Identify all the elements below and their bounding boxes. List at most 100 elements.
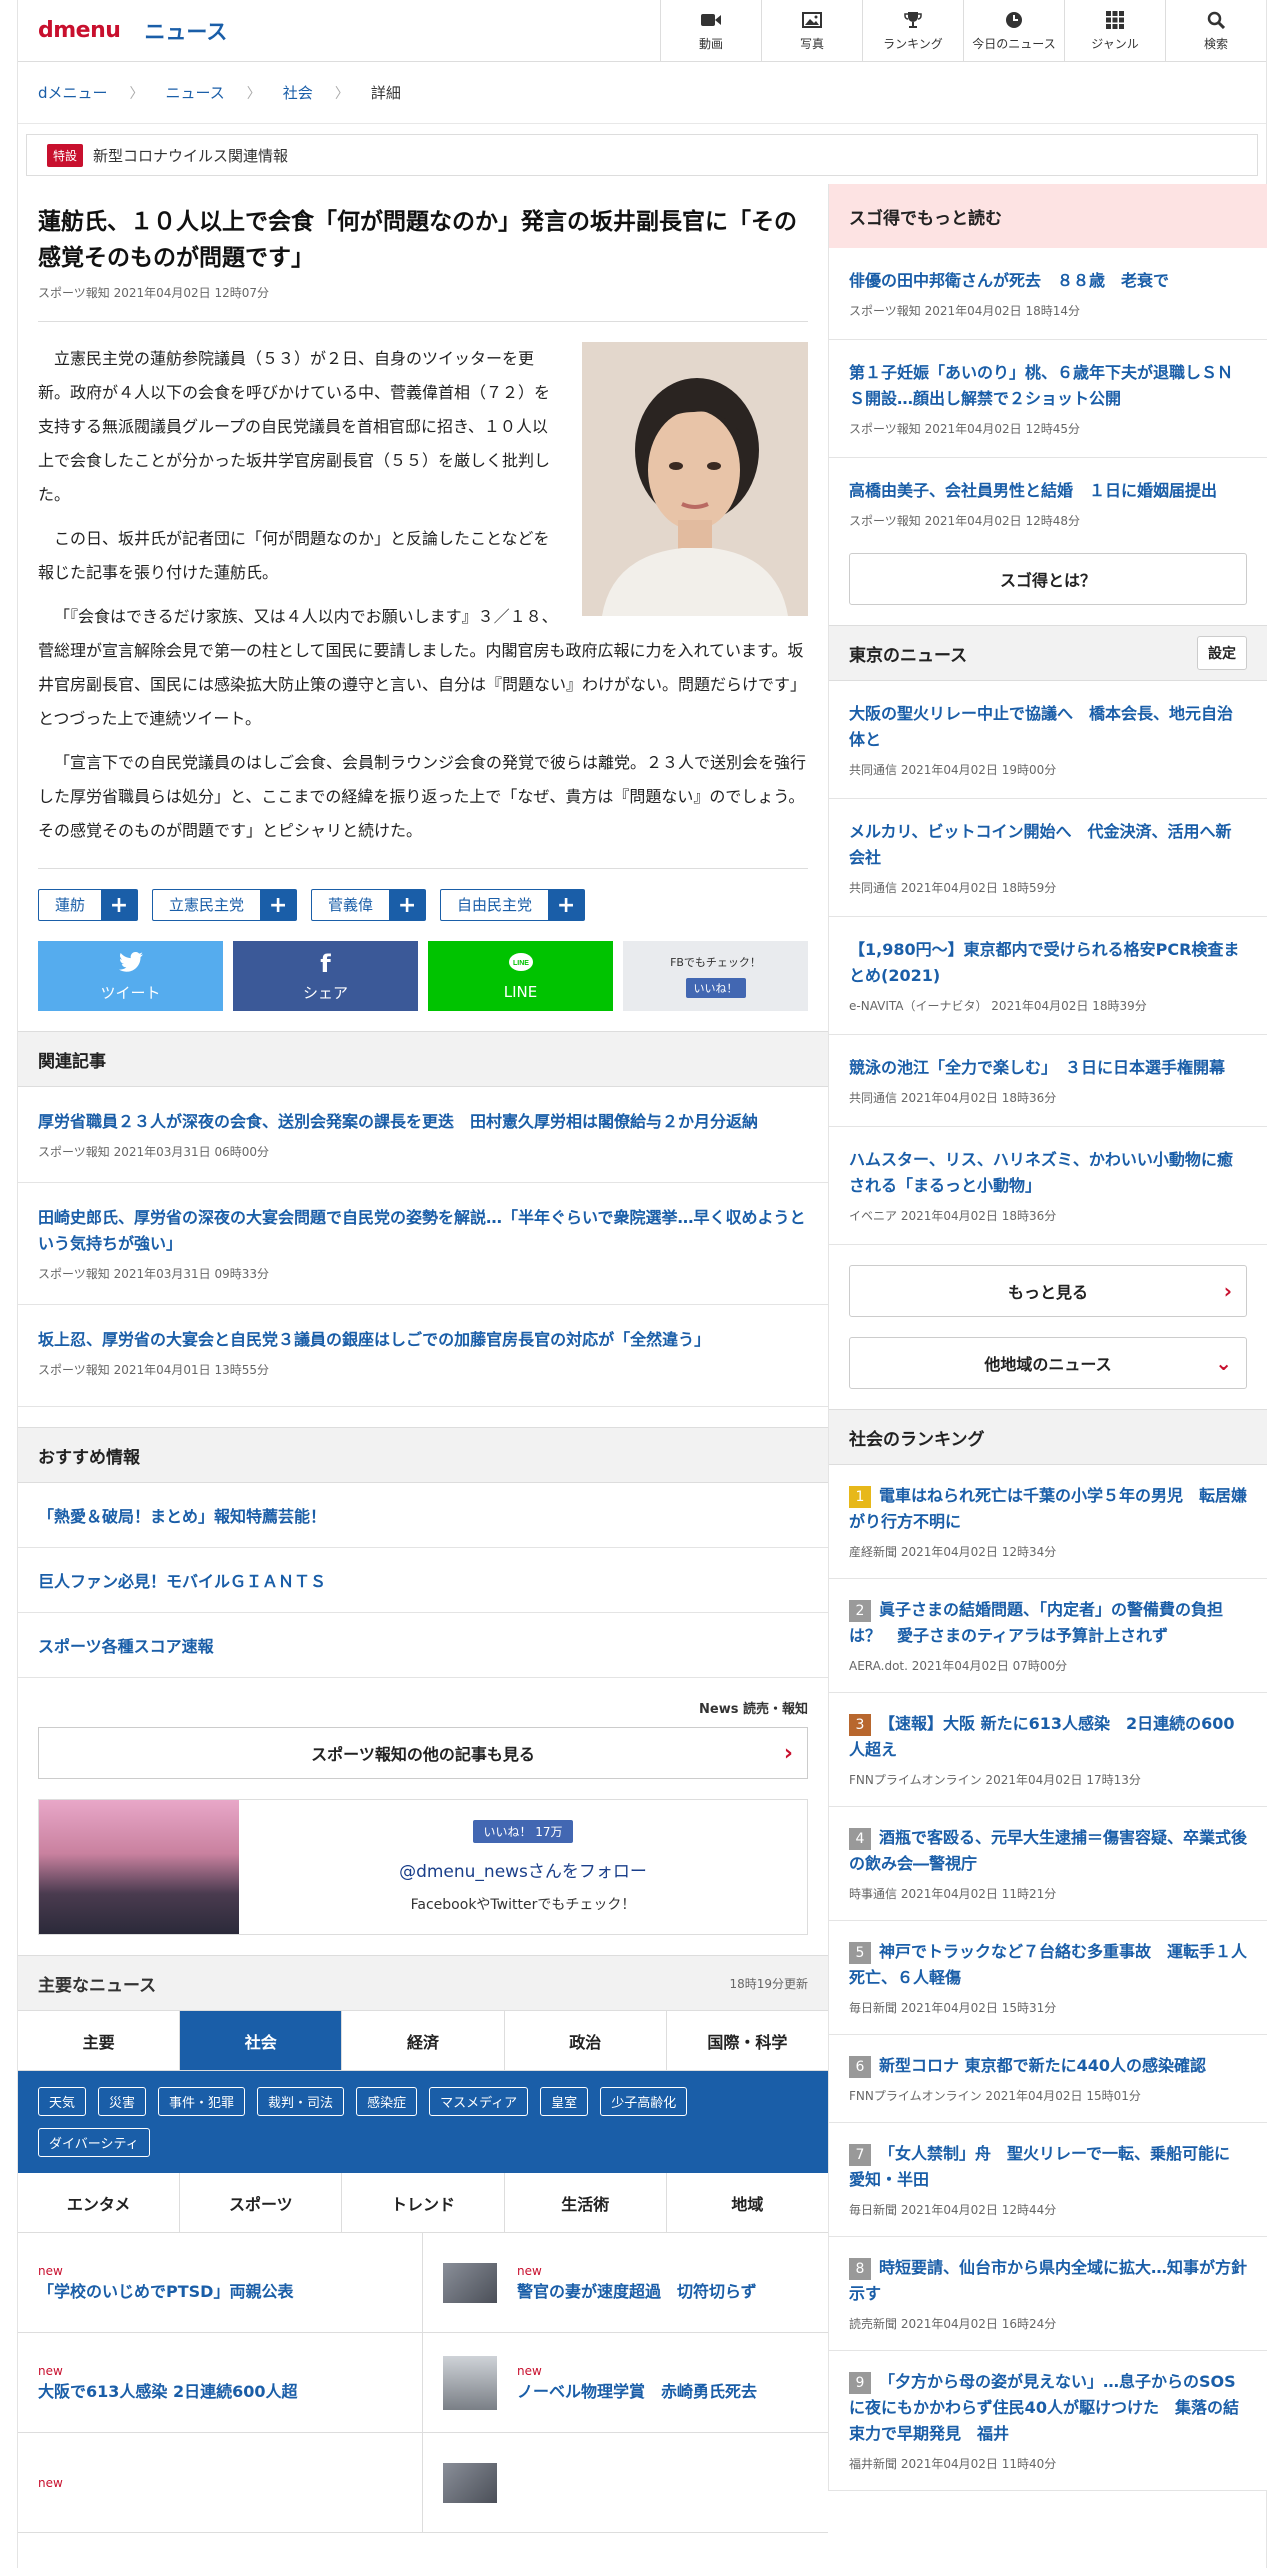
breadcrumb-society[interactable]: 社会	[283, 82, 313, 103]
recommend-link[interactable]: 「熱愛＆破局！まとめ」報知特薦芸能！	[38, 1503, 326, 1527]
tab-politics[interactable]: 政治	[505, 2011, 667, 2070]
ranking-item[interactable]: 7 「女人禁制」舟 聖火リレーで一転、乗船可能に 愛知・半田 毎日新聞 2021年0…	[829, 2123, 1267, 2237]
facebook-share-button[interactable]: f シェア	[233, 941, 418, 1011]
news-item[interactable]: new 大阪で613人感染 2日連続600人超	[18, 2333, 423, 2433]
news-title[interactable]: 警官の妻が速度超過 切符切らず	[517, 2282, 757, 2301]
nav-ranking[interactable]: ランキング	[862, 0, 963, 62]
breadcrumb-news[interactable]: ニュース	[166, 82, 225, 103]
sugotoku-about-button[interactable]: スゴ得とは？	[849, 553, 1247, 605]
related-title[interactable]: 田崎史郎氏、厚労省の深夜の大宴会問題で自民党の姿勢を解説…「半年ぐらいで衆院選挙…	[38, 1208, 806, 1253]
tokyo-news-link[interactable]: ハムスター、リス、ハリネズミ、かわいい小動物に癒される「まるっと小動物」	[849, 1150, 1233, 1195]
recommend-item[interactable]: 巨人ファン必見！モバイルＧＩＡＮＴＳ	[18, 1548, 828, 1613]
tag-renho[interactable]: 蓮舫 +	[38, 889, 139, 921]
related-item[interactable]: 坂上忍、厚労省の大宴会と自民党３議員の銀座はしごでの加藤官房長官の対応が「全然違…	[18, 1305, 828, 1407]
tab-international[interactable]: 国際・科学	[667, 2011, 828, 2070]
publisher-more-button[interactable]: スポーツ報知の他の記事も見る ›	[38, 1727, 808, 1779]
news-item[interactable]: new 「学校のいじめでPTSD」両親公表	[18, 2233, 423, 2333]
recommend-item[interactable]: スポーツ各種スコア速報	[18, 1613, 828, 1678]
sugotoku-item[interactable]: 俳優の田中邦衛さんが死去 ８８歳 老衰で スポーツ報知 2021年04月02日 1…	[829, 248, 1267, 340]
nav-search[interactable]: 検索	[1165, 0, 1266, 62]
sugotoku-title[interactable]: 第１子妊娠「あいのり」桃、６歳年下夫が退職しＳＮＳ開設…顔出し解禁で２ショット公…	[849, 363, 1233, 408]
ranking-title[interactable]: 酒瓶で客殴る、元早大生逮捕＝傷害容疑、卒業式後の飲み会―警視庁	[849, 1828, 1247, 1873]
ranking-title[interactable]: 「夕方から母の姿が見えない」…息子からのSOSに夜にもかかわらず住民40人が駆け…	[849, 2372, 1239, 2443]
plus-icon[interactable]: +	[548, 890, 585, 920]
plus-icon[interactable]: +	[389, 890, 426, 920]
plus-icon[interactable]: +	[260, 890, 297, 920]
chip-court[interactable]: 裁判・司法	[257, 2087, 345, 2116]
nav-photo[interactable]: 写真	[761, 0, 862, 62]
chip-diversity[interactable]: ダイバーシティ	[38, 2128, 150, 2157]
chip-infection[interactable]: 感染症	[356, 2087, 418, 2116]
tokyo-news-item[interactable]: 【1,980円〜】東京都内で受けられる格安PCR検査まとめ(2021) e-NAV…	[829, 917, 1267, 1035]
tokyo-news-item[interactable]: メルカリ、ビットコイン開始へ 代金決済、活用へ新会社 共同通信 2021年04月0…	[829, 799, 1267, 917]
news-item[interactable]	[423, 2433, 828, 2533]
tokyo-news-item[interactable]: 大阪の聖火リレー中止で協議へ 橋本会長、地元自治体と 共同通信 2021年04月0…	[829, 681, 1267, 799]
ranking-title[interactable]: 神戸でトラックなど７台絡む多重事故 運転手１人死亡、６人軽傷	[849, 1942, 1247, 1987]
related-title[interactable]: 坂上忍、厚労省の大宴会と自民党３議員の銀座はしごでの加藤官房長官の対応が「全然違…	[38, 1330, 710, 1349]
fb-like-button[interactable]: いいね！	[685, 978, 746, 998]
dmenu-logo[interactable]: dmenu	[38, 18, 121, 43]
tab-main[interactable]: 主要	[18, 2011, 181, 2070]
nav-today[interactable]: 今日のニュース	[963, 0, 1064, 62]
tokyo-news-item[interactable]: 競泳の池江「全力で楽しむ」 ３日に日本選手権開幕 共同通信 2021年04月02日…	[829, 1035, 1267, 1127]
chip-aging[interactable]: 少子高齢化	[600, 2087, 688, 2116]
ranking-item[interactable]: 9 「夕方から母の姿が見えない」…息子からのSOSに夜にもかかわらず住民40人が駆…	[829, 2351, 1267, 2491]
line-share-button[interactable]: LINE LINE	[428, 941, 613, 1011]
recommend-link[interactable]: スポーツ各種スコア速報	[38, 1633, 214, 1657]
ranking-item[interactable]: 1 電車はねられ死亡は千葉の小学５年の男児 転居嫌がり行方不明に 産経新聞 2021…	[829, 1465, 1267, 1579]
chip-imperial[interactable]: 皇室	[540, 2087, 589, 2116]
ranking-item[interactable]: 8 時短要請、仙台市から県内全域に拡大…知事が方針示す 読売新聞 2021年04月0…	[829, 2237, 1267, 2351]
tab-society[interactable]: 社会	[180, 2011, 343, 2070]
tag-suga[interactable]: 菅義偉 +	[311, 889, 427, 921]
ranking-title[interactable]: 新型コロナ 東京都で新たに440人の感染確認	[879, 2056, 1206, 2075]
tokyo-settings-button[interactable]: 設定	[1197, 636, 1247, 670]
ranking-item[interactable]: 5 神戸でトラックなど７台絡む多重事故 運転手１人死亡、６人軽傷 毎日新聞 2021…	[829, 1921, 1267, 2035]
news-title[interactable]: 大阪で613人感染 2日連続600人超	[38, 2382, 298, 2401]
ranking-title[interactable]: 「女人禁制」舟 聖火リレーで一転、乗船可能に 愛知・半田	[849, 2144, 1246, 2189]
follow-account-link[interactable]: @dmenu_newsさんをフォロー	[399, 1857, 647, 1882]
tokyo-news-link[interactable]: 【1,980円〜】東京都内で受けられる格安PCR検査まとめ(2021)	[849, 940, 1239, 985]
sugotoku-item[interactable]: 高橋由美子、会社員男性と結婚 １日に婚姻届提出 スポーツ報知 2021年04月02…	[829, 458, 1267, 549]
ranking-item[interactable]: 6 新型コロナ 東京都で新たに440人の感染確認 FNNプライムオンライン 2021…	[829, 2035, 1267, 2123]
tab-lifehack[interactable]: 生活術	[505, 2173, 667, 2232]
ranking-title[interactable]: 電車はねられ死亡は千葉の小学５年の男児 転居嫌がり行方不明に	[849, 1486, 1247, 1531]
tab-entertainment[interactable]: エンタメ	[18, 2173, 181, 2232]
article-photo[interactable]	[582, 342, 808, 616]
tag-cdp[interactable]: 立憲民主党 +	[152, 889, 298, 921]
logo[interactable]: dmenu ニュース	[18, 16, 658, 46]
fb-like-count-button[interactable]: いいね！ 17万	[473, 1820, 573, 1843]
related-item[interactable]: 田崎史郎氏、厚労省の深夜の大宴会問題で自民党の姿勢を解説…「半年ぐらいで衆院選挙…	[18, 1183, 828, 1305]
news-title[interactable]: ノーベル物理学賞 赤崎勇氏死去	[517, 2382, 757, 2401]
ranking-title[interactable]: 時短要請、仙台市から県内全域に拡大…知事が方針示す	[849, 2258, 1247, 2303]
tab-trend[interactable]: トレンド	[342, 2173, 505, 2232]
tokyo-news-link[interactable]: 競泳の池江「全力で楽しむ」 ３日に日本選手権開幕	[849, 1058, 1225, 1077]
sugotoku-title[interactable]: 俳優の田中邦衛さんが死去 ８８歳 老衰で	[849, 271, 1169, 290]
ranking-title[interactable]: 【速報】大阪 新たに613人感染 2日連続の600人超え	[849, 1714, 1235, 1759]
ranking-item[interactable]: 2 眞子さまの結婚問題、「内定者」の警備費の負担は？ 愛子さまのティアラは予算計上…	[829, 1579, 1267, 1693]
tab-sports[interactable]: スポーツ	[180, 2173, 343, 2232]
tokyo-news-link[interactable]: 大阪の聖火リレー中止で協議へ 橋本会長、地元自治体と	[849, 704, 1233, 749]
other-region-button[interactable]: 他地域のニュース ⌄	[849, 1337, 1247, 1389]
tokyo-news-link[interactable]: メルカリ、ビットコイン開始へ 代金決済、活用へ新会社	[849, 822, 1232, 867]
chip-disaster[interactable]: 災害	[98, 2087, 147, 2116]
chip-weather[interactable]: 天気	[38, 2087, 87, 2116]
nav-video[interactable]: 動画	[660, 0, 761, 62]
related-title[interactable]: 厚労省職員２３人が深夜の会食、送別会発案の課長を更迭 田村憲久厚労相は閣僚給与２…	[38, 1112, 758, 1131]
sugotoku-item[interactable]: 第１子妊娠「あいのり」桃、６歳年下夫が退職しＳＮＳ開設…顔出し解禁で２ショット公…	[829, 340, 1267, 458]
plus-icon[interactable]: +	[101, 890, 138, 920]
tokyo-more-button[interactable]: もっと見る ›	[849, 1265, 1247, 1317]
nav-genre[interactable]: ジャンル	[1064, 0, 1165, 62]
chip-crime[interactable]: 事件・犯罪	[158, 2087, 246, 2116]
news-item[interactable]: new	[18, 2433, 423, 2533]
recommend-link[interactable]: 巨人ファン必見！モバイルＧＩＡＮＴＳ	[38, 1568, 326, 1592]
recommend-item[interactable]: 「熱愛＆破局！まとめ」報知特薦芸能！	[18, 1483, 828, 1548]
related-item[interactable]: 厚労省職員２３人が深夜の会食、送別会発案の課長を更迭 田村憲久厚労相は閣僚給与２…	[18, 1087, 828, 1183]
ranking-item[interactable]: 4 酒瓶で客殴る、元早大生逮捕＝傷害容疑、卒業式後の飲み会―警視庁 時事通信 202…	[829, 1807, 1267, 1921]
tab-economy[interactable]: 経済	[342, 2011, 505, 2070]
news-title[interactable]: 「学校のいじめでPTSD」両親公表	[38, 2282, 293, 2301]
news-item[interactable]: new 警官の妻が速度超過 切符切らず	[423, 2233, 828, 2333]
tokyo-news-item[interactable]: ハムスター、リス、ハリネズミ、かわいい小動物に癒される「まるっと小動物」 イベニア…	[829, 1127, 1267, 1245]
sugotoku-title[interactable]: 高橋由美子、会社員男性と結婚 １日に婚姻届提出	[849, 481, 1217, 500]
ranking-item[interactable]: 3 【速報】大阪 新たに613人感染 2日連続の600人超え FNNプライムオンライ…	[829, 1693, 1267, 1807]
tab-region[interactable]: 地域	[667, 2173, 828, 2232]
